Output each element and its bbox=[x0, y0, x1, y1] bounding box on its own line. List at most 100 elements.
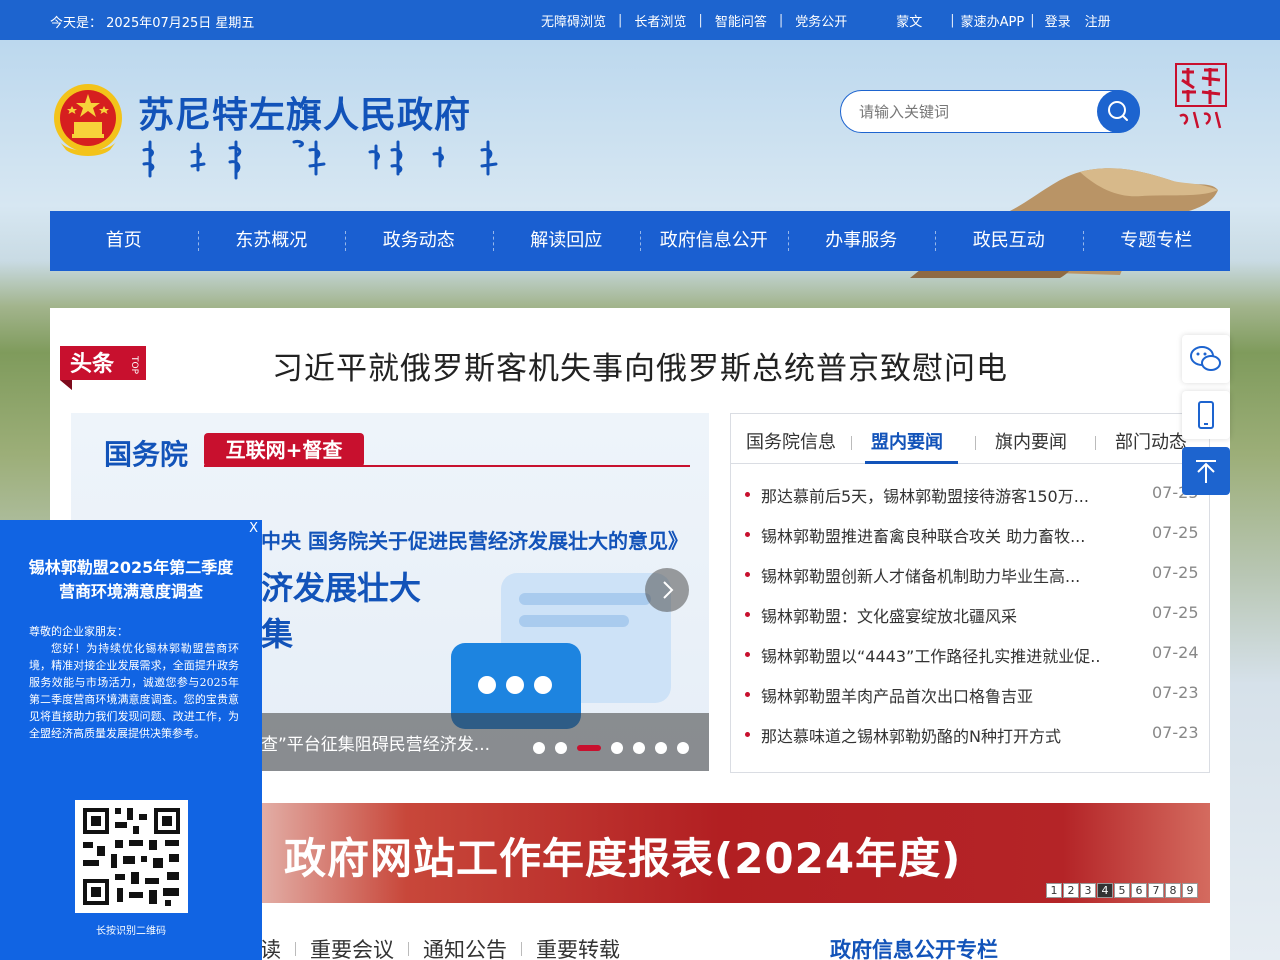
slide-big-text: 济发展壮大 bbox=[261, 569, 422, 607]
slide-divider bbox=[204, 465, 690, 467]
bullet bbox=[745, 532, 750, 537]
mobile-button[interactable] bbox=[1182, 391, 1230, 439]
news-item-date: 07-25 bbox=[1152, 563, 1199, 582]
carousel-caption[interactable]: 查”平台征集阻碍民营经济发... bbox=[261, 730, 490, 755]
carousel-dot[interactable] bbox=[555, 742, 567, 754]
search-input[interactable] bbox=[859, 101, 1079, 123]
slide-tag: 互联网+督查 bbox=[204, 433, 364, 467]
headline-badge: 头条 TOP bbox=[60, 346, 146, 390]
nav-home[interactable]: 首页 bbox=[50, 211, 198, 271]
news-item-title[interactable]: 锡林郭勒盟：文化盛宴绽放北疆风采 bbox=[761, 603, 1101, 627]
arrow-up-icon bbox=[1196, 460, 1216, 483]
nav-government-news[interactable]: 政务动态 bbox=[345, 211, 493, 271]
divider bbox=[408, 942, 409, 956]
pager-page[interactable]: 7 bbox=[1148, 883, 1164, 898]
pager-page[interactable]: 6 bbox=[1131, 883, 1147, 898]
nav-special-topics[interactable]: 专题专栏 bbox=[1082, 211, 1231, 271]
slide-subtitle: 中央 国务院关于促进民营经济发展壮大的意见》 bbox=[261, 529, 688, 553]
pager-page[interactable]: 1 bbox=[1046, 883, 1062, 898]
carousel-dot[interactable] bbox=[655, 742, 667, 754]
tab-league-news[interactable]: 盟内要闻 bbox=[871, 428, 943, 454]
carousel-dot[interactable] bbox=[677, 742, 689, 754]
carousel-dots bbox=[533, 742, 689, 754]
news-item[interactable]: 锡林郭勒盟以“4443”工作路径扎实推进就业促... 07-24 bbox=[731, 643, 1209, 683]
top-links: 无障碍浏览 | 长者浏览 | 智能问答 | 党务公开 蒙文 | 蒙速办APP |… bbox=[541, 11, 1111, 30]
nav-services[interactable]: 办事服务 bbox=[787, 211, 936, 271]
tab-reprints[interactable]: 重要转载 bbox=[536, 934, 620, 960]
nav-info-disclosure[interactable]: 政府信息公开 bbox=[640, 211, 788, 271]
carousel-dot[interactable] bbox=[611, 742, 623, 754]
news-item[interactable]: 锡林郭勒盟推进畜禽良种联合攻关 助力畜牧... 07-25 bbox=[731, 523, 1209, 563]
nav-interaction[interactable]: 政民互动 bbox=[935, 211, 1083, 271]
nav-interpretation[interactable]: 解读回应 bbox=[492, 211, 641, 271]
carousel-next-button[interactable] bbox=[645, 568, 689, 612]
divider bbox=[851, 436, 852, 450]
bullet bbox=[745, 732, 750, 737]
news-item-title[interactable]: 锡林郭勒盟羊肉产品首次出口格鲁吉亚 bbox=[761, 683, 1101, 707]
app-link[interactable]: 蒙速办APP bbox=[961, 11, 1025, 30]
news-item[interactable]: 锡林郭勒盟：文化盛宴绽放北疆风采 07-25 bbox=[731, 603, 1209, 643]
news-item-date: 07-23 bbox=[1152, 723, 1199, 742]
news-item[interactable]: 那达慕味道之锡林郭勒奶酪的N种打开方式 07-23 bbox=[731, 723, 1209, 763]
news-item-date: 07-24 bbox=[1152, 643, 1199, 662]
mongolian-script-title bbox=[142, 140, 498, 180]
tab-interpretation-partial[interactable]: 读 bbox=[260, 934, 281, 960]
login-link[interactable]: 登录 bbox=[1045, 11, 1071, 30]
national-emblem-logo bbox=[54, 84, 122, 156]
qr-caption: 长按识别二维码 bbox=[96, 926, 166, 937]
annual-report-text: 政府网站工作年度报表(2024年度) bbox=[284, 834, 962, 883]
headline-badge-sub: TOP bbox=[129, 355, 139, 375]
divider: | bbox=[950, 13, 955, 28]
news-item[interactable]: 锡林郭勒盟创新人才储备机制助力毕业生高... 07-25 bbox=[731, 563, 1209, 603]
pager-page[interactable]: 5 bbox=[1114, 883, 1130, 898]
news-item-date: 07-25 bbox=[1152, 603, 1199, 622]
news-box: 国务院信息 盟内要闻 旗内要闻 部门动态 那达慕前后5天，锡林郭勒盟接待游客15… bbox=[730, 413, 1210, 773]
news-item[interactable]: 那达慕前后5天，锡林郭勒盟接待游客150万... 07-25 bbox=[731, 483, 1209, 523]
back-to-top-button[interactable] bbox=[1182, 447, 1230, 495]
party-affairs-link[interactable]: 党务公开 bbox=[795, 11, 847, 30]
mobile-phone-icon bbox=[1198, 401, 1214, 429]
news-item-title[interactable]: 锡林郭勒盟推进畜禽良种联合攻关 助力畜牧... bbox=[761, 523, 1101, 547]
carousel-dot[interactable] bbox=[533, 742, 545, 754]
bullet bbox=[745, 612, 750, 617]
news-item-title[interactable]: 那达慕前后5天，锡林郭勒盟接待游客150万... bbox=[761, 483, 1101, 507]
bullet bbox=[745, 492, 750, 497]
divider bbox=[1095, 436, 1096, 450]
tab-banner-news[interactable]: 旗内要闻 bbox=[995, 428, 1067, 454]
headline-title[interactable]: 习近平就俄罗斯客机失事向俄罗斯总统普京致慰问电 bbox=[272, 343, 1008, 388]
wechat-button[interactable] bbox=[1182, 335, 1230, 383]
tab-department-news[interactable]: 部门动态 bbox=[1115, 428, 1187, 454]
bullet bbox=[745, 652, 750, 657]
nav-overview[interactable]: 东苏概况 bbox=[197, 211, 346, 271]
pager-page-active[interactable]: 4 bbox=[1097, 883, 1113, 898]
register-link[interactable]: 注册 bbox=[1085, 11, 1111, 30]
banner-pager: 1 2 3 4 5 6 7 8 9 bbox=[1046, 883, 1198, 898]
chevron-right-icon bbox=[663, 581, 674, 599]
pager-page[interactable]: 3 bbox=[1080, 883, 1096, 898]
info-disclosure-column-title[interactable]: 政府信息公开专栏 bbox=[830, 934, 998, 960]
news-item[interactable]: 锡林郭勒盟羊肉产品首次出口格鲁吉亚 07-23 bbox=[731, 683, 1209, 723]
news-item-title[interactable]: 锡林郭勒盟以“4443”工作路径扎实推进就业促... bbox=[761, 643, 1101, 667]
wechat-icon bbox=[1190, 346, 1221, 371]
pager-page[interactable]: 2 bbox=[1063, 883, 1079, 898]
bullet bbox=[745, 692, 750, 697]
tab-state-council[interactable]: 国务院信息 bbox=[746, 428, 836, 454]
carousel-dot-active[interactable] bbox=[577, 745, 601, 751]
carousel-dot[interactable] bbox=[633, 742, 645, 754]
tab-important-meetings[interactable]: 重要会议 bbox=[310, 934, 394, 960]
tab-notices[interactable]: 通知公告 bbox=[423, 934, 507, 960]
news-item-date: 07-25 bbox=[1152, 523, 1199, 542]
smart-qa-link[interactable]: 智能问答 bbox=[715, 11, 767, 30]
accessibility-link[interactable]: 无障碍浏览 bbox=[541, 11, 606, 30]
mongolian-link[interactable]: 蒙文 bbox=[896, 11, 922, 30]
qr-code-image bbox=[75, 800, 188, 913]
pager-page[interactable]: 8 bbox=[1165, 883, 1181, 898]
popup-close-button[interactable]: X bbox=[249, 521, 258, 536]
elderly-mode-link[interactable]: 长者浏览 bbox=[634, 11, 686, 30]
news-item-title[interactable]: 锡林郭勒盟创新人才储备机制助力毕业生高... bbox=[761, 563, 1101, 587]
pager-page[interactable]: 9 bbox=[1182, 883, 1198, 898]
divider bbox=[521, 942, 522, 956]
news-item-title[interactable]: 那达慕味道之锡林郭勒奶酪的N种打开方式 bbox=[761, 723, 1101, 747]
search-icon bbox=[1108, 101, 1128, 121]
search-button[interactable] bbox=[1097, 90, 1140, 133]
